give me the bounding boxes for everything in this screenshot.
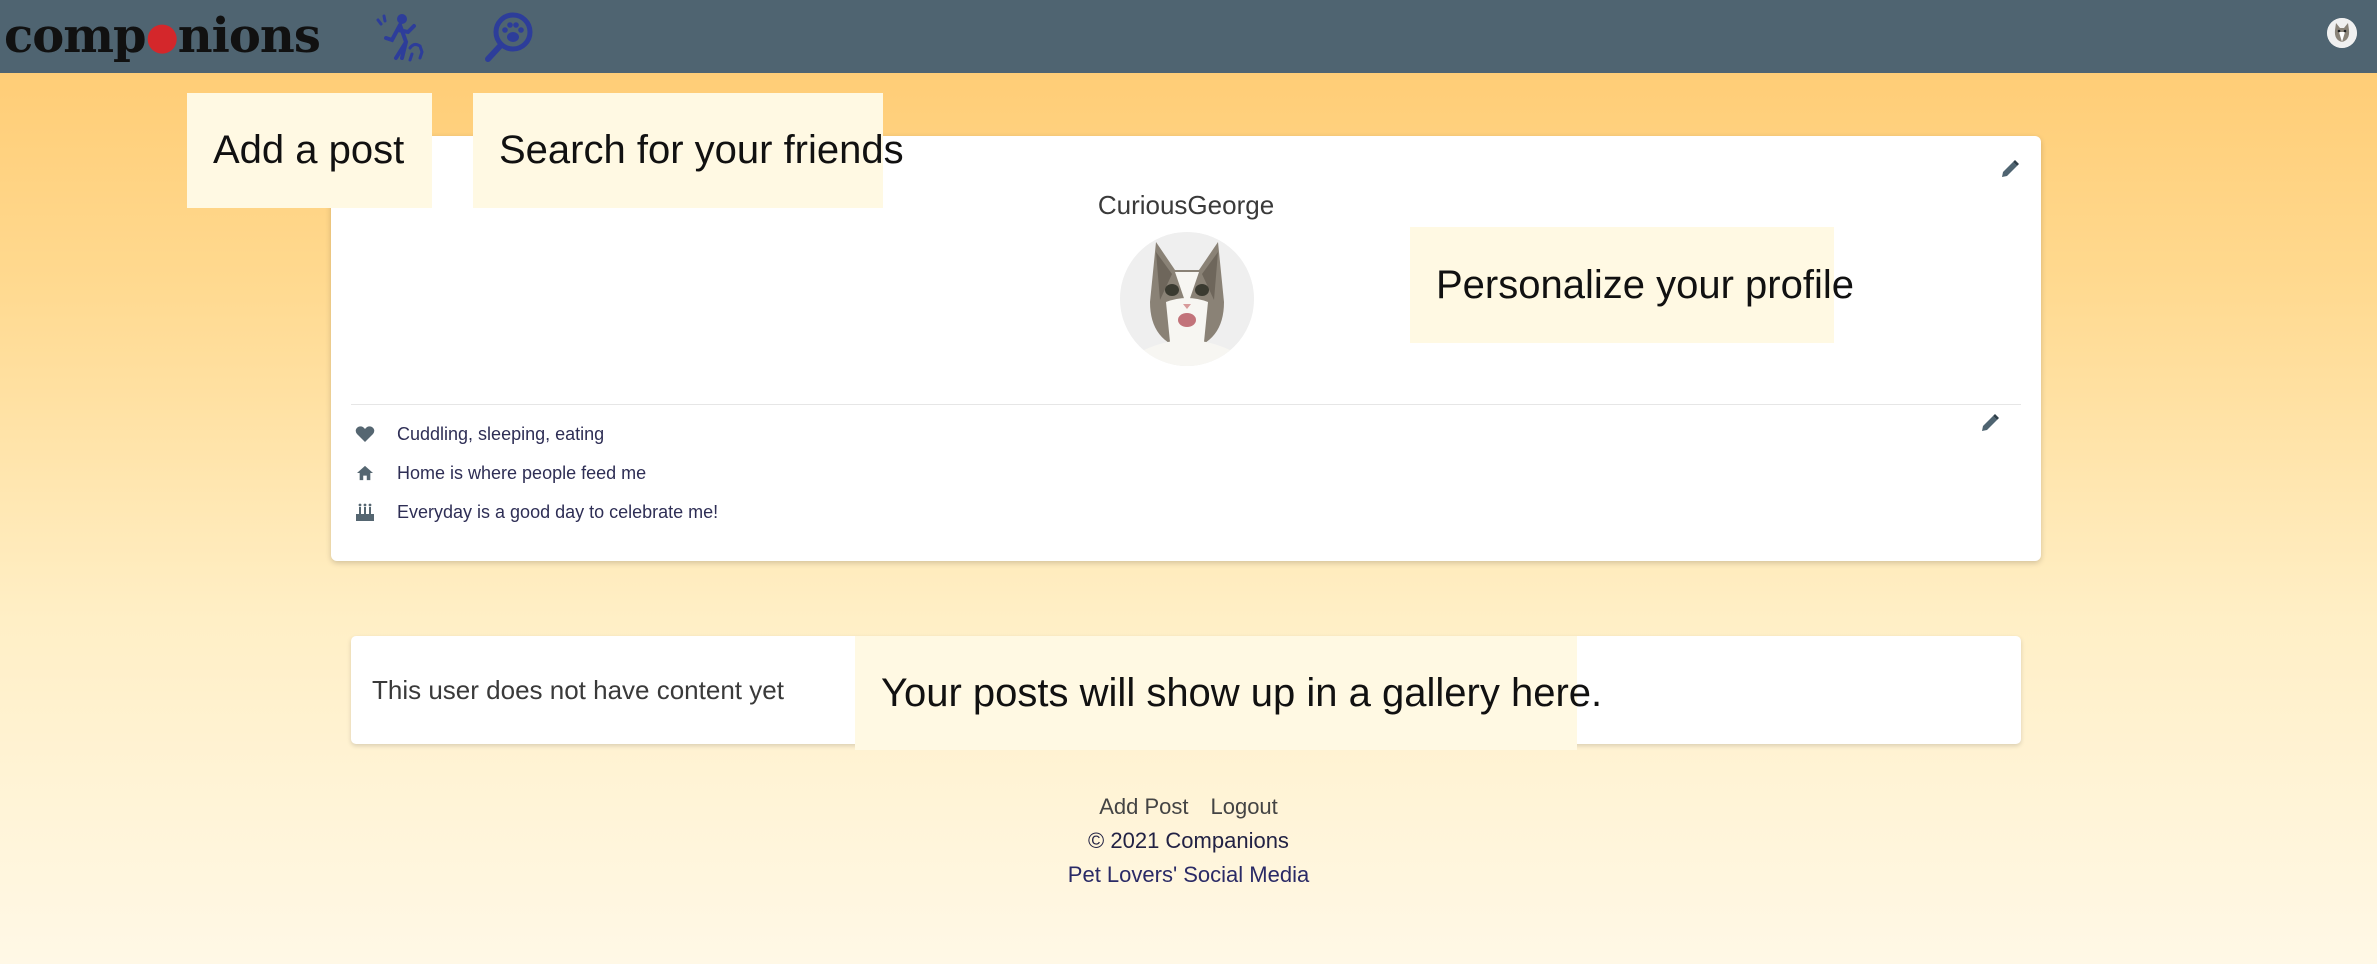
- add-post-nav-button[interactable]: [372, 10, 426, 64]
- cat-photo-icon: [1120, 232, 1254, 366]
- paw-icon: ●: [145, 13, 179, 58]
- empty-content-message: This user does not have content yet: [372, 675, 784, 705]
- pencil-icon: [1982, 414, 1999, 431]
- brand-prefix: comp: [4, 8, 147, 64]
- paw-search-icon: [485, 12, 533, 62]
- footer-logout-link[interactable]: Logout: [1210, 794, 1277, 819]
- footer-tagline: Pet Lovers' Social Media: [1067, 862, 1310, 887]
- profile-hobbies-text: Cuddling, sleeping, eating: [397, 423, 605, 444]
- heart-icon: [353, 424, 377, 444]
- edit-details-button[interactable]: [1979, 412, 2001, 434]
- profile-birthday-row: Everyday is a good day to celebrate me!: [353, 497, 718, 527]
- profile-birthday-text: Everyday is a good day to celebrate me!: [397, 501, 719, 522]
- callout-personalize: Personalize your profile: [1410, 227, 1854, 343]
- brand-logo[interactable]: comp●nions: [4, 6, 321, 66]
- footer-links: Add Post Logout: [0, 794, 2377, 820]
- cat-avatar-icon: [2327, 18, 2357, 48]
- profile-home-text: Home is where people feed me: [397, 462, 647, 483]
- home-icon: [353, 463, 377, 483]
- top-navbar: comp●nions: [0, 0, 2377, 73]
- pencil-icon: [2002, 160, 2019, 177]
- profile-hobbies-row: Cuddling, sleeping, eating: [353, 419, 604, 449]
- profile-home-row: Home is where people feed me: [353, 458, 646, 488]
- person-with-pet-icon: [376, 14, 424, 62]
- callout-search: Search for your friends: [473, 93, 904, 208]
- profile-divider: [351, 404, 2021, 405]
- birthday-cake-icon: [353, 502, 377, 522]
- search-nav-button[interactable]: [483, 10, 537, 64]
- callout-add-post: Add a post: [187, 93, 432, 208]
- user-avatar-button[interactable]: [2327, 18, 2357, 48]
- callout-gallery: Your posts will show up in a gallery her…: [855, 636, 1602, 750]
- profile-avatar: [1120, 232, 1254, 366]
- footer-copyright: © 2021 Companions: [1088, 828, 1289, 853]
- edit-profile-button[interactable]: [1999, 158, 2021, 180]
- brand-suffix: nions: [177, 8, 321, 64]
- footer-add-post-link[interactable]: Add Post: [1099, 794, 1188, 819]
